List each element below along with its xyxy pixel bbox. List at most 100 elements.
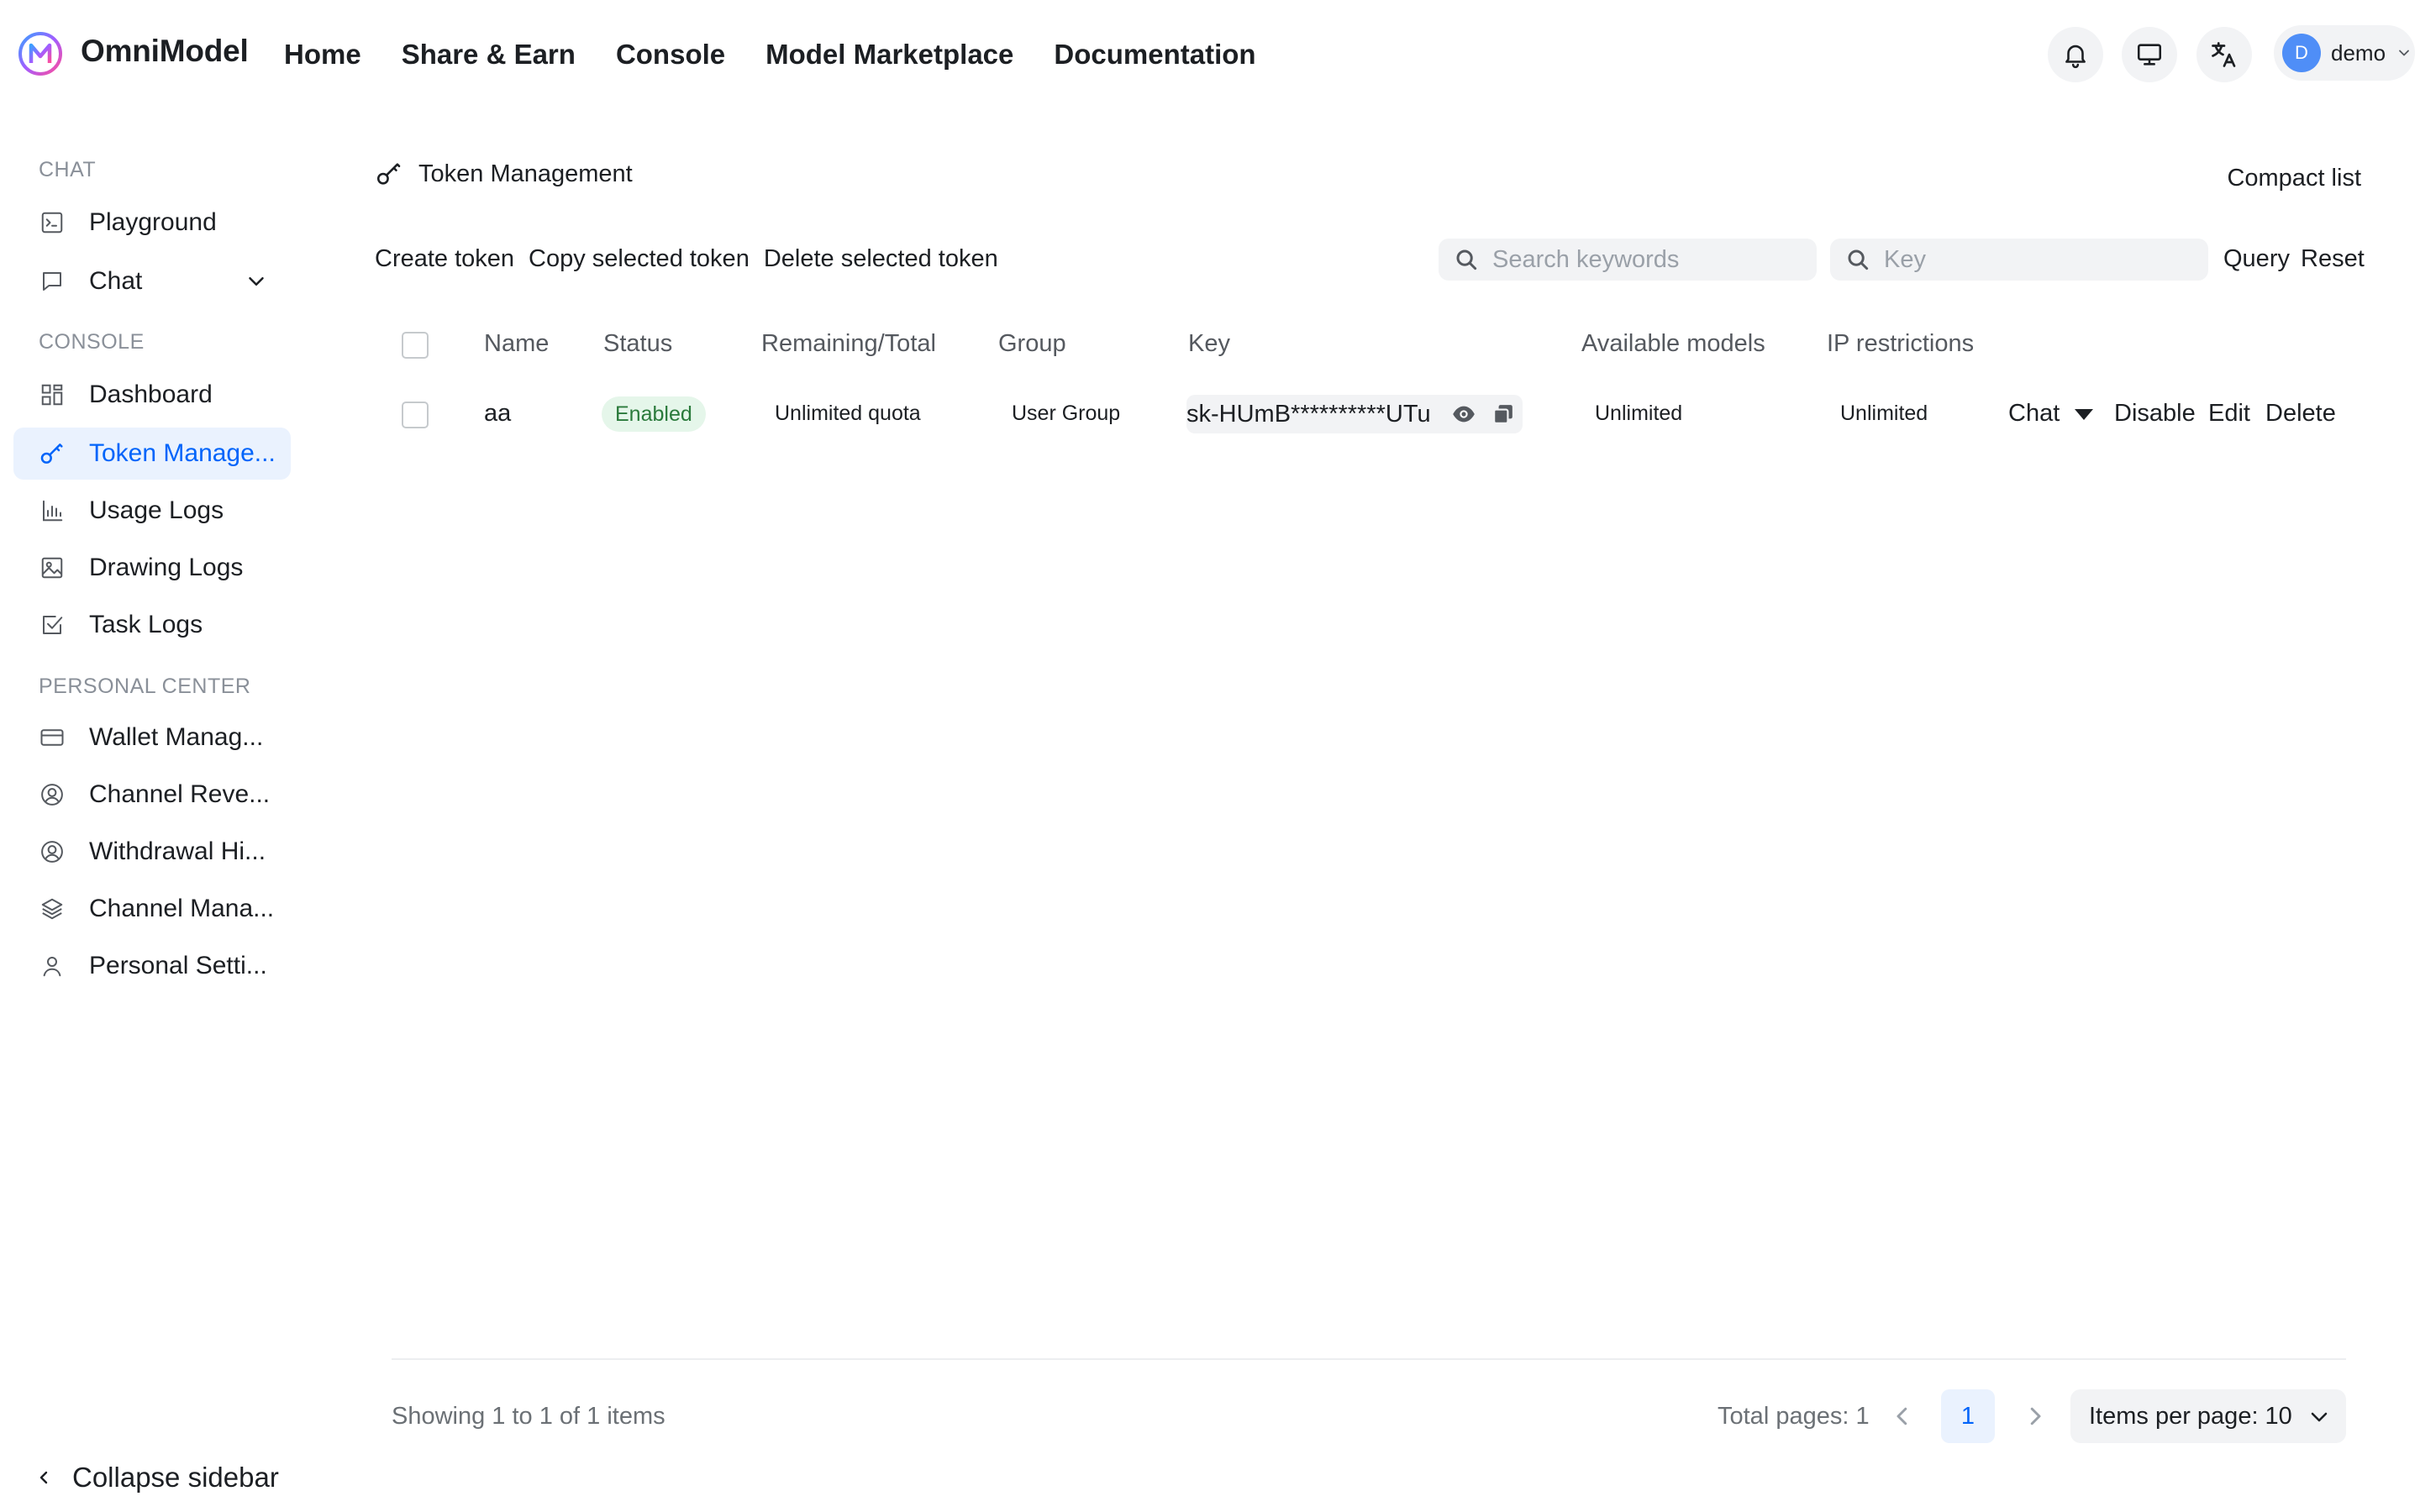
page-number-current[interactable]: 1 <box>1941 1389 1995 1443</box>
query-button[interactable]: Query <box>2223 245 2290 273</box>
sidebar-item-dashboard[interactable]: Dashboard <box>13 369 291 421</box>
eye-icon[interactable] <box>1452 404 1476 424</box>
showing-items-text: Showing 1 to 1 of 1 items <box>392 1403 666 1430</box>
delete-token-button[interactable]: Delete <box>2265 400 2336 428</box>
sidebar-item-personal-settings[interactable]: Personal Setti... <box>13 940 291 992</box>
collapse-sidebar-label: Collapse sidebar <box>72 1462 279 1493</box>
edit-token-button[interactable]: Edit <box>2208 400 2250 428</box>
nav-share-earn[interactable]: Share & Earn <box>402 39 576 71</box>
sidebar-item-label: Channel Reve... <box>89 780 271 808</box>
sidebar-item-label: Playground <box>89 208 217 236</box>
select-all-checkbox[interactable] <box>402 332 429 359</box>
sidebar-item-label: Withdrawal Hi... <box>89 837 266 865</box>
notifications-button[interactable] <box>2048 27 2103 82</box>
nav-documentation[interactable]: Documentation <box>1054 39 1255 71</box>
previous-page-button[interactable] <box>1887 1401 1918 1431</box>
column-header-status[interactable]: Status <box>603 330 672 358</box>
column-header-group[interactable]: Group <box>998 330 1066 358</box>
sidebar-item-label: Dashboard <box>89 381 213 408</box>
chevron-left-icon <box>1897 1407 1907 1425</box>
search-keywords-input[interactable] <box>1492 245 1761 274</box>
search-icon <box>1456 249 1477 270</box>
chevron-down-icon[interactable] <box>244 269 269 294</box>
user-circle-icon <box>39 838 66 865</box>
chat-bubble-icon <box>39 268 66 295</box>
status-badge: Enabled <box>602 396 706 432</box>
terminal-icon <box>39 209 66 236</box>
compact-list-toggle[interactable]: Compact list <box>2227 165 2361 192</box>
sidebar-item-channel-revenue[interactable]: Channel Reve... <box>13 769 291 821</box>
column-header-name[interactable]: Name <box>484 330 549 358</box>
sidebar-item-token-management[interactable]: Token Manage... <box>13 428 291 480</box>
sidebar-item-label: Token Manage... <box>89 439 276 467</box>
next-page-button[interactable] <box>2020 1401 2050 1431</box>
sidebar-item-label: Drawing Logs <box>89 554 244 581</box>
search-key-field[interactable] <box>1830 239 2208 281</box>
column-header-ip-restrictions[interactable]: IP restrictions <box>1827 330 1988 358</box>
key-icon <box>39 440 66 467</box>
token-name: aa <box>484 400 512 427</box>
avatar: D <box>2282 34 2321 72</box>
omnimodel-logo-icon[interactable] <box>17 30 64 77</box>
table-header: Name Status Remaining/Total Group Key Av… <box>375 318 2358 373</box>
section-label-console: CONSOLE <box>39 330 145 354</box>
column-header-key[interactable]: Key <box>1188 330 1230 358</box>
column-header-remaining[interactable]: Remaining/Total <box>761 330 936 358</box>
layers-icon <box>39 895 66 922</box>
brand-name[interactable]: OmniModel <box>81 34 249 69</box>
table-footer-divider <box>392 1358 2346 1360</box>
search-keywords-field[interactable] <box>1439 239 1817 281</box>
nav-model-marketplace[interactable]: Model Marketplace <box>765 39 1013 71</box>
sidebar-item-label: Wallet Manag... <box>89 723 264 751</box>
caret-down-icon <box>2075 409 2094 421</box>
monitor-icon <box>2137 44 2162 66</box>
create-token-button[interactable]: Create token <box>375 245 514 273</box>
column-header-available-models[interactable]: Available models <box>1581 330 1765 358</box>
items-per-page-select[interactable]: Items per page: 10 <box>2070 1389 2346 1443</box>
sidebar-item-label: Usage Logs <box>89 496 224 524</box>
search-icon <box>1848 249 1869 270</box>
credit-card-icon <box>39 724 66 751</box>
nav-home[interactable]: Home <box>284 39 361 71</box>
page-header: Token Management <box>375 160 633 188</box>
user-circle-icon <box>39 781 66 808</box>
sidebar-item-channel-management[interactable]: Channel Mana... <box>13 883 291 935</box>
delete-selected-token-button[interactable]: Delete selected token <box>764 245 998 273</box>
section-label-chat: CHAT <box>39 158 97 181</box>
reset-button[interactable]: Reset <box>2301 245 2365 273</box>
sidebar-item-drawing-logs[interactable]: Drawing Logs <box>13 542 291 594</box>
language-button[interactable] <box>2196 27 2252 82</box>
copy-selected-token-button[interactable]: Copy selected token <box>529 245 750 273</box>
sidebar: CHAT Playground Chat CONSOLE Dashboard T… <box>0 109 319 1512</box>
sidebar-item-label: Task Logs <box>89 611 203 638</box>
token-actions: Create token Copy selected token Delete … <box>375 245 1013 273</box>
search-key-input[interactable] <box>1884 245 2153 274</box>
token-key: sk-HUmB**********UTu <box>1186 395 1523 433</box>
chevron-down-icon <box>2399 50 2409 56</box>
sidebar-item-playground[interactable]: Playground <box>13 197 291 249</box>
disable-token-button[interactable]: Disable <box>2114 400 2196 428</box>
bar-chart-icon <box>39 497 66 524</box>
sidebar-item-withdrawal-history[interactable]: Withdrawal Hi... <box>13 826 291 878</box>
key-icon <box>376 163 401 185</box>
sidebar-item-task-logs[interactable]: Task Logs <box>13 599 291 651</box>
page-title: Token Management <box>418 160 633 187</box>
checkbox-icon <box>39 612 66 638</box>
section-label-personal-center: PERSONAL CENTER <box>39 675 251 698</box>
sidebar-item-chat[interactable]: Chat <box>13 255 291 307</box>
row-checkbox[interactable] <box>402 402 429 428</box>
theme-display-button[interactable] <box>2122 27 2177 82</box>
chevron-right-icon <box>2030 1407 2041 1425</box>
sidebar-item-usage-logs[interactable]: Usage Logs <box>13 485 291 537</box>
translate-icon <box>2212 42 2236 67</box>
dashboard-icon <box>39 381 66 408</box>
user-menu[interactable]: D demo <box>2274 25 2415 81</box>
total-pages-text: Total pages: 1 <box>1718 1403 1870 1430</box>
chat-dropdown-button[interactable]: Chat <box>2008 400 2095 428</box>
nav-console[interactable]: Console <box>616 39 725 71</box>
chat-dropdown-label: Chat <box>2008 400 2060 427</box>
collapse-sidebar-button[interactable]: Collapse sidebar <box>34 1462 279 1494</box>
copy-icon[interactable] <box>1492 403 1514 425</box>
user-icon <box>39 953 66 979</box>
sidebar-item-wallet-management[interactable]: Wallet Manag... <box>13 711 291 764</box>
